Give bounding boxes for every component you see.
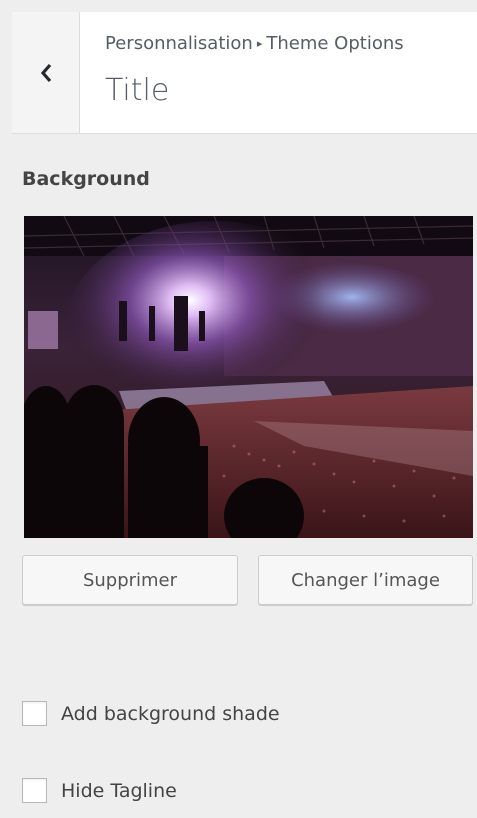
chevron-left-icon	[40, 63, 51, 82]
option-add-background-shade[interactable]: Add background shade	[22, 701, 280, 726]
breadcrumb-separator-icon: ▸	[256, 37, 263, 50]
back-button[interactable]	[12, 12, 80, 133]
hide-tagline-checkbox[interactable]	[22, 778, 47, 803]
background-image-preview	[24, 216, 473, 538]
panel-title: Title	[105, 73, 170, 108]
breadcrumb: Personnalisation ▸ Theme Options	[105, 30, 467, 60]
breadcrumb-current: Theme Options	[266, 33, 404, 54]
add-background-shade-checkbox[interactable]	[22, 701, 47, 726]
concert-image	[24, 216, 473, 538]
add-background-shade-label: Add background shade	[61, 702, 280, 725]
hide-tagline-label: Hide Tagline	[61, 779, 177, 802]
option-hide-tagline[interactable]: Hide Tagline	[22, 778, 177, 803]
customizer-header: Personnalisation ▸ Theme Options Title	[12, 12, 477, 134]
background-section-title: Background	[22, 168, 150, 190]
change-image-button[interactable]: Changer l’image	[258, 555, 473, 605]
remove-image-button[interactable]: Supprimer	[22, 555, 238, 605]
header-text: Personnalisation ▸ Theme Options Title	[105, 30, 467, 108]
breadcrumb-parent: Personnalisation	[105, 33, 253, 54]
